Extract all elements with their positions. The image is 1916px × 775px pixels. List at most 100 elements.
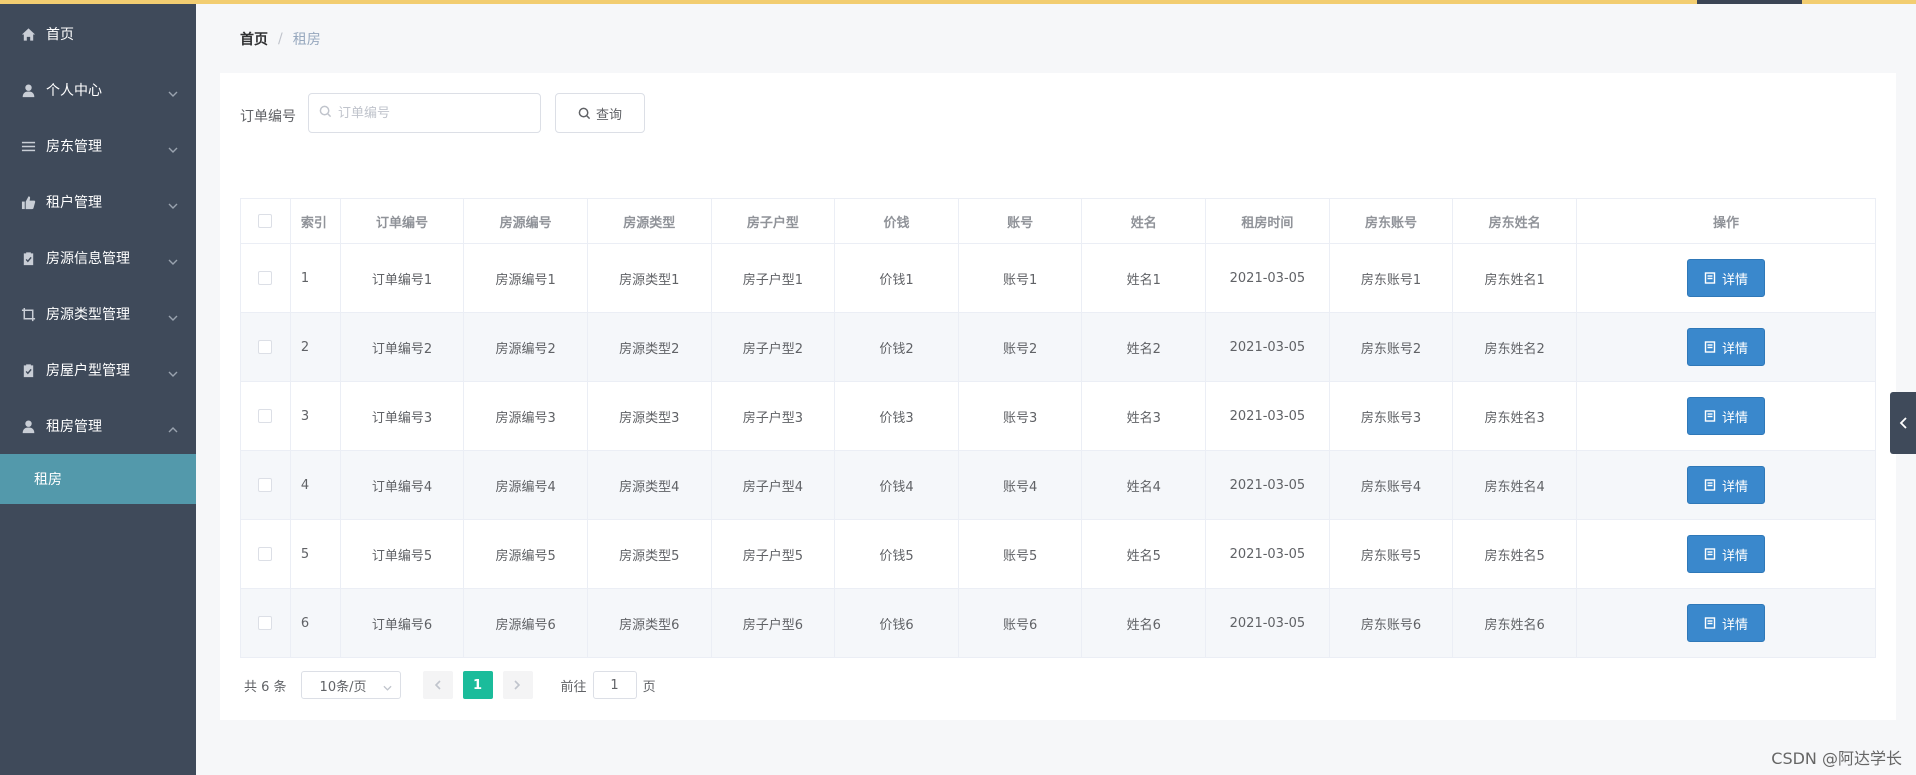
table-cell: 账号2: [959, 313, 1083, 381]
page-number-current[interactable]: 1: [462, 671, 493, 699]
table-cell: 价钱6: [835, 589, 959, 657]
table-cell: 价钱4: [835, 451, 959, 519]
pagination-total: 共 6 条: [244, 679, 287, 695]
action-cell: 详情: [1577, 382, 1877, 450]
sidebar-item-1[interactable]: 首页: [0, 6, 196, 62]
search-label: 订单编号: [240, 109, 296, 125]
next-page-button[interactable]: [502, 671, 533, 699]
top-accent-segment: [1697, 0, 1802, 4]
detail-button-label: 详情: [1721, 341, 1748, 357]
table-cell: 2021-03-05: [1206, 244, 1330, 312]
table-body: 1 订单编号1 房源编号1 房源类型1 房子户型1 价钱1 账号1 姓名1 2021-03-05…: [241, 244, 1877, 658]
table-cell: 价钱1: [835, 244, 959, 312]
column-header: 房东姓名: [1453, 199, 1577, 243]
sidebar-item-6[interactable]: 房源类型管理: [0, 286, 196, 342]
table-cell: 房源编号6: [464, 589, 588, 657]
right-panel-toggle[interactable]: [1890, 392, 1916, 454]
table-cell: 姓名6: [1082, 589, 1207, 657]
table-cell: 房源编号1: [464, 244, 588, 312]
table-cell: 账号6: [959, 589, 1083, 657]
search-icon: [319, 105, 332, 122]
data-table: 索引 订单编号 房源编号 房源类型 房子户型 价钱 账号 姓名 租房时间 房东账号 房东姓名 操作 1…: [240, 198, 1877, 658]
chevron-down-icon: [383, 681, 392, 696]
table-cell: 房源类型5: [588, 520, 712, 588]
page-size-value: 10条/页: [319, 679, 367, 695]
table-cell: 房源编号4: [464, 451, 588, 519]
detail-button-label: 详情: [1721, 479, 1748, 495]
table-row: 6 订单编号6 房源编号6 房源类型6 房子户型6 价钱6 账号6 姓名6 2021-03-05…: [241, 589, 1877, 658]
search-icon: [578, 107, 591, 119]
column-header: 房源类型: [588, 199, 712, 243]
sidebar-item-label: 房源类型管理: [46, 307, 130, 323]
table-row: 3 订单编号3 房源编号3 房源类型3 房子户型3 价钱3 账号3 姓名3 2021-03-05…: [241, 382, 1877, 451]
table-row: 2 订单编号2 房源编号2 房源类型2 房子户型2 价钱2 账号2 姓名2 2021-03-05…: [241, 313, 1877, 382]
chevron-down-icon: [168, 198, 178, 209]
detail-button[interactable]: 详情: [1687, 328, 1765, 366]
breadcrumb-home[interactable]: 首页: [240, 29, 268, 49]
query-button-label: 查询: [595, 107, 622, 123]
query-button[interactable]: 查询: [555, 93, 645, 133]
detail-button[interactable]: 详情: [1687, 259, 1765, 297]
detail-button[interactable]: 详情: [1687, 397, 1765, 435]
goto-page-input[interactable]: [592, 671, 637, 699]
table-cell: 房源编号3: [464, 382, 588, 450]
action-cell: 详情: [1577, 313, 1877, 381]
column-header: 房子户型: [712, 199, 836, 243]
row-checkbox[interactable]: [258, 547, 273, 561]
document-icon: [1704, 479, 1716, 491]
sidebar-item-5[interactable]: 房源信息管理: [0, 230, 196, 286]
table-cell: 2021-03-05: [1206, 451, 1330, 519]
prev-page-button[interactable]: [422, 671, 453, 699]
sidebar-subitem-rent[interactable]: 租房: [0, 454, 196, 504]
crop-icon: [20, 306, 36, 322]
chevron-left-icon: [1899, 417, 1907, 429]
table-cell: 房源编号2: [464, 313, 588, 381]
chevron-down-icon: [168, 142, 178, 153]
table-cell: 房子户型3: [712, 382, 836, 450]
sidebar: 首页 个人中心 房东管理租户管理房源信息管理 房源类型管理 房屋户型管理租房管理 租房: [0, 0, 196, 775]
row-checkbox[interactable]: [258, 478, 273, 492]
row-checkbox[interactable]: [258, 271, 273, 285]
table-cell: 姓名3: [1082, 382, 1207, 450]
search-input[interactable]: [338, 105, 528, 121]
clipboard-icon: [20, 362, 36, 378]
row-select-cell: [241, 382, 291, 450]
chevron-right-icon: [514, 680, 521, 690]
table-cell: 房东账号3: [1330, 382, 1454, 450]
row-checkbox[interactable]: [258, 340, 273, 354]
sidebar-item-7[interactable]: 房屋户型管理: [0, 342, 196, 398]
table-cell: 房东账号4: [1330, 451, 1454, 519]
sidebar-item-3[interactable]: 房东管理: [0, 118, 196, 174]
detail-button[interactable]: 详情: [1687, 604, 1765, 642]
table-row: 5 订单编号5 房源编号5 房源类型5 房子户型5 价钱5 账号5 姓名5 2021-03-05…: [241, 520, 1877, 589]
goto-prefix: 前往: [560, 679, 587, 695]
table-cell: 账号5: [959, 520, 1083, 588]
sidebar-item-4[interactable]: 租户管理: [0, 174, 196, 230]
table-cell: 2021-03-05: [1206, 382, 1330, 450]
detail-button[interactable]: 详情: [1687, 466, 1765, 504]
detail-button-label: 详情: [1721, 410, 1748, 426]
content-card: 订单编号 查询 索引订单编号房源编号房源类型房子户型价钱账号姓名租房时间房东账号…: [220, 73, 1896, 720]
table-cell: 房东账号5: [1330, 520, 1454, 588]
table-cell: 房源类型1: [588, 244, 712, 312]
sidebar-item-label: 租户管理: [46, 195, 102, 211]
document-icon: [1704, 548, 1716, 560]
sidebar-item-label: 房源信息管理: [46, 251, 130, 267]
detail-button[interactable]: 详情: [1687, 535, 1765, 573]
sidebar-item-label: 房屋户型管理: [46, 363, 130, 379]
row-checkbox[interactable]: [258, 409, 273, 423]
page-size-select[interactable]: 10条/页: [300, 671, 401, 699]
select-all-checkbox[interactable]: [258, 214, 273, 228]
sidebar-item-8[interactable]: 租房管理: [0, 398, 196, 454]
sidebar-item-2[interactable]: 个人中心: [0, 62, 196, 118]
table-cell: 房东姓名4: [1453, 451, 1577, 519]
column-header: 房源编号: [464, 199, 588, 243]
main-content: 首页 / 租房 订单编号 查询 索引订单编号房源编号房源类型房子户型价钱账号姓名…: [196, 0, 1916, 775]
document-icon: [1704, 341, 1716, 353]
search-field[interactable]: [308, 93, 541, 133]
table-cell: 姓名2: [1082, 313, 1207, 381]
row-checkbox[interactable]: [258, 616, 273, 630]
table-row: 1 订单编号1 房源编号1 房源类型1 房子户型1 价钱1 账号1 姓名1 2021-03-05…: [241, 244, 1877, 313]
table-cell: 房源编号5: [464, 520, 588, 588]
table-cell: 订单编号5: [341, 520, 465, 588]
